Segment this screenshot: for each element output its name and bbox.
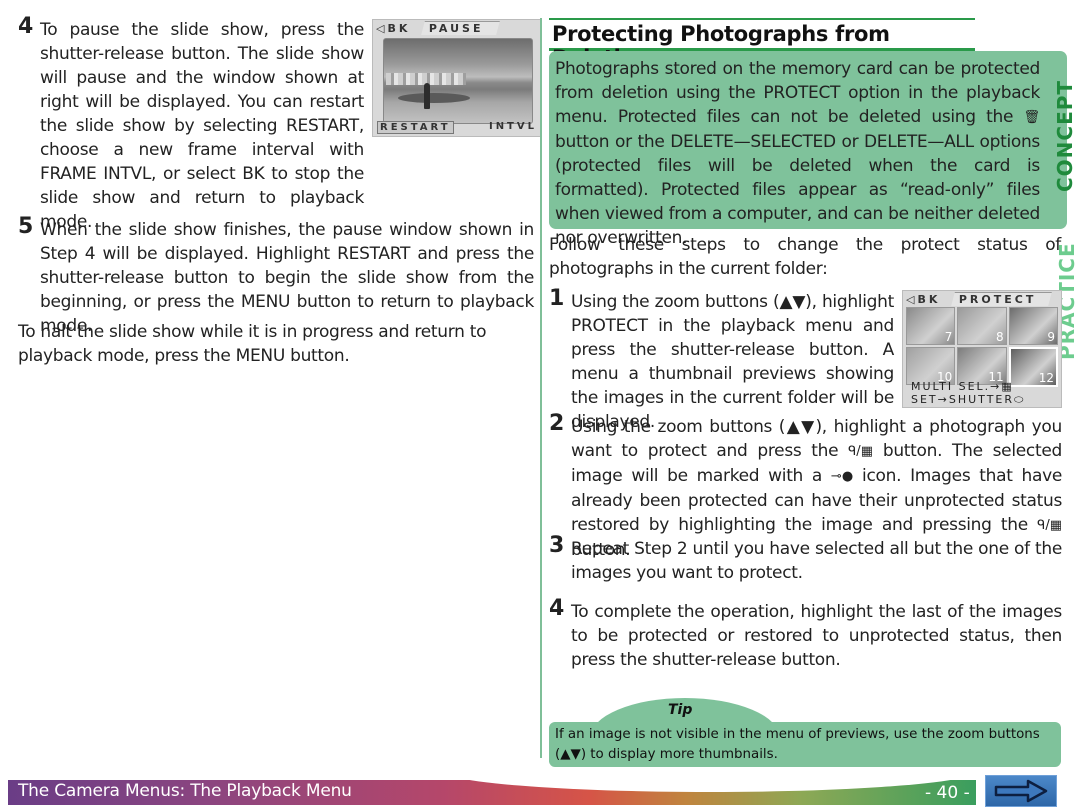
right-step-3: 3 Repeat Step 2 until you have selected …	[549, 533, 1062, 585]
protect-tab: PROTECT	[951, 292, 1053, 306]
next-page-button[interactable]	[985, 775, 1057, 807]
step-text: To pause the slide show, press the shutt…	[40, 20, 364, 232]
restart-option: RESTART	[377, 121, 454, 134]
right-arrow-icon	[994, 779, 1048, 803]
multi-sel-hint: MULTI SEL.→▦	[911, 380, 1014, 393]
halt-paragraph: To halt the slide show while it is in pr…	[18, 322, 487, 366]
step-number: 4	[549, 596, 565, 621]
tip-text: If an image is not visible in the menu o…	[555, 727, 1040, 762]
left-step-4: 4 To pause the slide show, press the shu…	[18, 14, 364, 234]
surfboard	[398, 93, 470, 103]
back-tab: ◁BK	[906, 293, 941, 306]
intvl-option: INTVL	[488, 121, 537, 132]
step-text: Repeat Step 2 until you have selected al…	[571, 539, 1062, 583]
column-divider	[540, 18, 542, 758]
trash-icon: 🗑	[1023, 110, 1040, 125]
beach-photo	[383, 38, 533, 124]
pause-tab: PAUSE	[421, 21, 500, 35]
thumbnail: 7	[906, 307, 956, 345]
thumbnail: 9	[1008, 307, 1058, 345]
thumbnail-number: 12	[1038, 371, 1054, 385]
step-number: 4	[18, 14, 34, 39]
lcd-options: RESTART INTVL	[377, 121, 537, 134]
back-tab: ◁BK	[376, 22, 411, 35]
right-step-4: 4 To complete the operation, highlight t…	[549, 596, 1062, 672]
page-number: - 40 -	[925, 783, 970, 803]
step-number: 1	[549, 286, 565, 311]
step-number: 5	[18, 214, 34, 239]
concept-side-label: CONCEPT	[1053, 79, 1077, 192]
pause-screen-illustration: ◁BK PAUSE RESTART INTVL	[372, 19, 542, 137]
thumbnail-number: 7	[944, 330, 953, 344]
step-text: Using the zoom buttons (▲▼), highlight P…	[571, 292, 894, 432]
concept-box: Photographs stored on the memory card ca…	[549, 51, 1067, 248]
surfer	[424, 83, 430, 109]
lcd-tabs: ◁BK PROTECT	[906, 292, 1053, 306]
step-text: To complete the operation, highlight the…	[571, 602, 1062, 670]
lcd-tabs: ◁BK PAUSE	[376, 21, 500, 35]
footer-section-title[interactable]: The Camera Menus: The Playback Menu	[18, 781, 352, 801]
set-shutter-hint: SET→SHUTTER⬭	[911, 393, 1026, 406]
zoom-thumbnail-icon: ᑫ/▦	[1037, 518, 1062, 533]
thumbnail: 8	[957, 307, 1007, 345]
right-step-1: 1 Using the zoom buttons (▲▼), highlight…	[549, 286, 894, 434]
tip-box: If an image is not visible in the menu o…	[549, 722, 1061, 767]
lcd-message: MULTI SEL.→▦ SET→SHUTTER⬭	[911, 380, 1025, 406]
thumbnail-number: 9	[1047, 330, 1055, 344]
intro-paragraph: Follow these steps to change the protect…	[549, 235, 1061, 279]
zoom-thumbnail-icon: ᑫ/▦	[848, 444, 873, 459]
key-protect-icon: ⊸●	[830, 469, 854, 484]
tip-title: Tip	[668, 702, 693, 718]
thumbnail-grid: 7 8 9 10 11 12	[906, 307, 1058, 387]
thumbnail-number: 8	[996, 330, 1004, 344]
section-heading: Protecting Photographs from Deletion	[549, 18, 975, 70]
protect-screen-illustration: ◁BK PROTECT 7 8 9 10 11 12 MULTI SEL.→▦ SET→S…	[902, 290, 1062, 408]
step-number: 3	[549, 533, 565, 558]
step-number: 2	[549, 411, 565, 436]
concept-text: Photographs stored on the memory card ca…	[555, 59, 1040, 248]
